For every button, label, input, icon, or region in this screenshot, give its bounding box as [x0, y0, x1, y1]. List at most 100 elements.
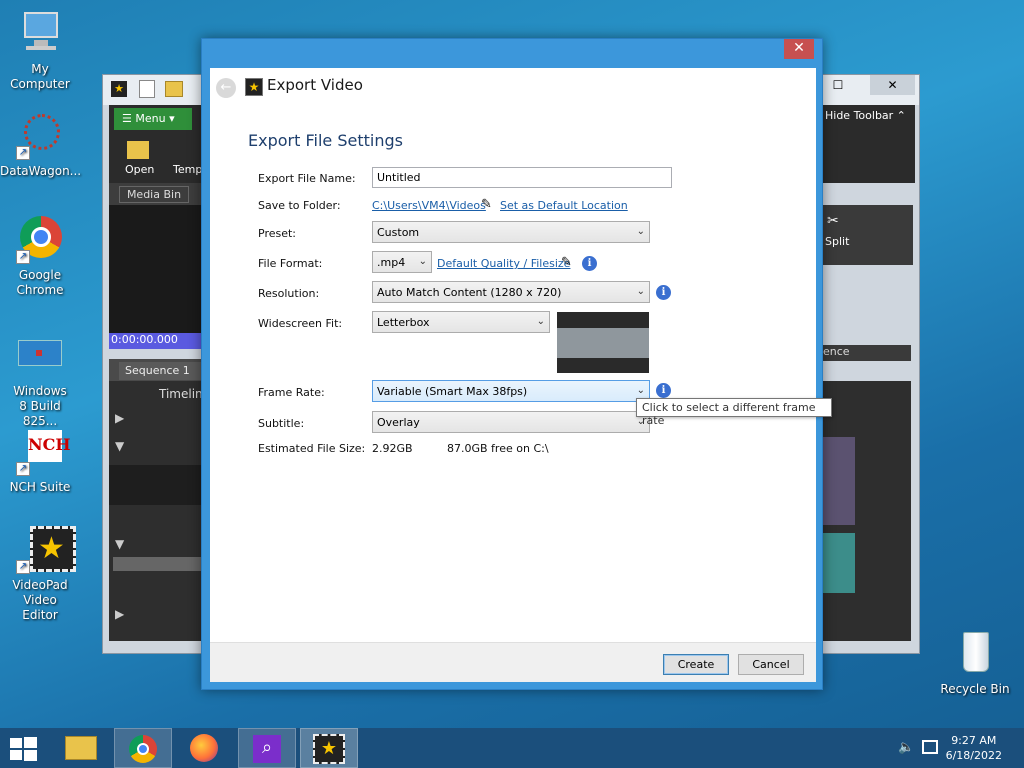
open-button[interactable]: Open — [125, 163, 154, 176]
resolution-value: Auto Match Content (1280 x 720) — [377, 286, 562, 299]
open-folder-icon[interactable] — [165, 81, 183, 97]
video-track — [109, 465, 205, 505]
taskbar-search-app[interactable]: ⌕ — [238, 728, 296, 768]
split-button[interactable]: Split — [825, 235, 849, 248]
widescreen-fit-select[interactable]: Letterbox ⌄ — [372, 311, 550, 333]
timeline-label: Timelin — [159, 387, 203, 401]
network-icon[interactable] — [922, 740, 938, 754]
audio-waveform — [823, 533, 855, 593]
widescreen-fit-label: Widescreen Fit: — [258, 317, 343, 330]
cancel-button[interactable]: Cancel — [738, 654, 804, 675]
frame-rate-select[interactable]: Variable (Smart Max 38fps) ⌄ — [372, 380, 650, 402]
quality-filesize-link[interactable]: Default Quality / Filesize — [437, 257, 570, 270]
expand-icon[interactable]: ▶ — [115, 411, 124, 425]
videopad-icon: ★ — [245, 78, 263, 96]
info-icon[interactable]: i — [656, 383, 671, 398]
firefox-icon — [190, 734, 218, 762]
subtitle-value: Overlay — [377, 416, 420, 429]
magnifier-icon: ⌕ — [253, 735, 281, 763]
maximize-button[interactable]: ☐ — [825, 75, 851, 95]
chevron-down-icon: ⌄ — [636, 226, 645, 237]
desktop-icon-google-chrome[interactable]: ↗ Google Chrome — [0, 216, 80, 298]
desktop-icon-datawagon[interactable]: ↗ DataWagon... — [0, 112, 81, 179]
section-heading: Export File Settings — [248, 131, 403, 150]
desktop-icon-windows8[interactable]: Windows 8 Build 825... — [0, 332, 80, 429]
preset-label: Preset: — [258, 227, 297, 240]
file-format-value: .mp4 — [377, 256, 406, 269]
menu-button[interactable]: ☰ Menu ▾ — [114, 108, 192, 130]
clock[interactable]: 9:27 AM 6/18/2022 — [946, 733, 1002, 763]
video-clip-thumb — [823, 437, 855, 525]
create-button[interactable]: Create — [663, 654, 729, 675]
preset-select[interactable]: Custom ⌄ — [372, 221, 650, 243]
folder-link[interactable]: C:\Users\VM4\Videos — [372, 199, 486, 212]
new-file-icon[interactable] — [139, 80, 155, 98]
hide-toolbar-button[interactable]: Hide Toolbar ⌃ — [825, 109, 906, 122]
close-icon[interactable]: ✕ — [870, 75, 915, 95]
estimated-size-label: Estimated File Size: — [258, 442, 366, 455]
desktop-icon-videopad[interactable]: ★ ↗ VideoPad Video Editor — [0, 526, 80, 623]
speaker-muted-icon[interactable]: 🔈 — [898, 740, 914, 755]
info-icon[interactable]: i — [656, 285, 671, 300]
taskbar-chrome[interactable] — [114, 728, 172, 768]
pencil-icon[interactable]: ✎ — [561, 256, 575, 270]
info-icon[interactable]: i — [582, 256, 597, 271]
tab-media-bin[interactable]: Media Bin — [119, 186, 189, 203]
taskbar-file-explorer[interactable] — [52, 728, 110, 768]
taskbar-firefox[interactable] — [176, 728, 234, 768]
subtitle-select[interactable]: Overlay ⌄ — [372, 411, 650, 433]
expand-icon[interactable]: ▶ — [115, 607, 124, 621]
pencil-icon[interactable]: ✎ — [481, 198, 495, 212]
templates-button[interactable]: Temp — [173, 163, 202, 176]
shortcut-arrow-icon: ↗ — [16, 250, 30, 264]
bin-tabs: Media Bin — [109, 183, 205, 205]
start-button[interactable] — [8, 736, 38, 761]
collapse-icon[interactable]: ▼ — [115, 537, 124, 551]
back-arrow-icon[interactable]: ← — [216, 78, 236, 98]
dialog-close-button[interactable]: ✕ — [784, 39, 814, 59]
frame-rate-label: Frame Rate: — [258, 386, 325, 399]
shortcut-arrow-icon: ↗ — [16, 462, 30, 476]
windows-logo-icon — [10, 738, 22, 748]
widescreen-fit-value: Letterbox — [377, 316, 430, 329]
export-video-dialog: ✕ ← ★ Export Video Export File Settings … — [201, 38, 823, 690]
menu-label: Menu — [135, 112, 166, 125]
scissors-icon: ✂ — [827, 213, 839, 229]
frame-rate-tooltip: Click to select a different frame rate — [636, 398, 832, 427]
videopad-icon: ★ ↗ — [16, 526, 76, 574]
taskbar: ⌕ ★ 🔈 9:27 AM 6/18/2022 — [0, 728, 1024, 768]
file-format-label: File Format: — [258, 257, 323, 270]
desktop-icon-my-computer[interactable]: My Computer — [0, 10, 80, 92]
tab-sequence-1[interactable]: Sequence 1 — [119, 362, 205, 380]
desktop-icon-label: VideoPad Video Editor — [12, 578, 68, 622]
timecode: 0:00:00.000 — [109, 333, 205, 349]
timeline-right — [821, 381, 911, 641]
desktop-icon-label: Google Chrome — [16, 268, 64, 297]
dialog-body: Export File Settings Export File Name: U… — [210, 108, 816, 642]
file-name-input[interactable]: Untitled — [372, 167, 672, 188]
frame-rate-value: Variable (Smart Max 38fps) — [377, 385, 528, 398]
chrome-icon: ↗ — [16, 216, 64, 264]
desktop-icon-nch-suite[interactable]: NCH ↗ NCH Suite — [0, 428, 80, 495]
estimated-size-value: 2.92GB — [372, 442, 413, 455]
computer-icon — [16, 10, 64, 58]
letterbox-preview-bar — [557, 328, 649, 358]
chevron-down-icon: ⌄ — [636, 286, 645, 297]
shortcut-arrow-icon: ↗ — [16, 146, 30, 160]
timeline-left: Timelin ▶ ▼ ▼ ▶ — [109, 381, 205, 641]
folder-icon — [65, 736, 97, 760]
desktop-icon-label: NCH Suite — [9, 480, 71, 494]
preset-value: Custom — [377, 226, 420, 239]
desktop-icon-recycle-bin[interactable]: Recycle Bin — [935, 630, 1015, 697]
dialog-footer: Create Cancel — [210, 642, 816, 682]
resolution-select[interactable]: Auto Match Content (1280 x 720) ⌄ — [372, 281, 650, 303]
subtitle-label: Subtitle: — [258, 417, 305, 430]
taskbar-videopad[interactable]: ★ — [300, 728, 358, 768]
set-default-location-link[interactable]: Set as Default Location — [500, 199, 628, 212]
collapse-icon[interactable]: ▼ — [115, 439, 124, 453]
save-folder-label: Save to Folder: — [258, 199, 341, 212]
clock-time: 9:27 AM — [951, 734, 997, 747]
videopad-icon: ★ — [313, 734, 345, 764]
audio-track — [113, 557, 203, 571]
file-format-select[interactable]: .mp4 ⌄ — [372, 251, 432, 273]
